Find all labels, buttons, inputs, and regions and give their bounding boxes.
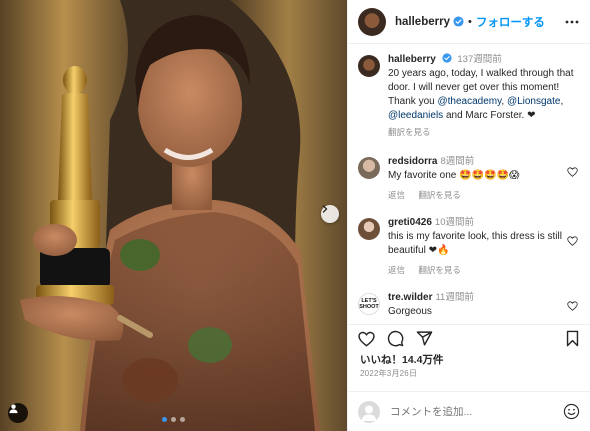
caption-text-part: , — [560, 96, 564, 107]
translate-link[interactable]: 翻訳を見る — [418, 190, 461, 200]
comment-icon[interactable] — [387, 330, 404, 347]
comment-input[interactable] — [390, 405, 530, 418]
post-date[interactable]: 2022年3月26日 — [360, 368, 417, 379]
header-separator: • — [467, 15, 472, 28]
comment-username[interactable]: tre.wilder — [388, 292, 432, 303]
carousel-dot — [171, 417, 176, 422]
comment-row: LET'S SHOOT tre.wilder 11週間前 Gorgeous — [348, 291, 590, 319]
mention-link[interactable]: @leedaniels — [388, 110, 443, 121]
comment-text: this is my favorite look, this dress is … — [388, 231, 562, 256]
caption-text: 20 years ago, today, I walked through th… — [388, 67, 580, 123]
commenter-avatar[interactable]: LET'S SHOOT — [358, 293, 380, 315]
reply-button[interactable]: 返信 — [388, 190, 405, 200]
comment-text: My favorite one 🤩🤩🤩🤩😱 — [388, 170, 520, 181]
post-actions-bar — [348, 324, 590, 352]
author-avatar[interactable] — [356, 5, 388, 38]
comment-like-heart-icon[interactable] — [567, 236, 578, 246]
add-comment-bar — [348, 391, 590, 431]
more-options-button[interactable] — [564, 14, 580, 30]
comment-row: greti0426 10週間前 this is my favorite look,… — [348, 216, 590, 277]
author-username[interactable]: halleberry — [395, 16, 450, 28]
more-options-icon — [565, 20, 579, 23]
caption-row: halleberry 137週間前 20 years ago, today, I… — [348, 53, 590, 139]
comment-time: 10週間前 — [434, 217, 474, 228]
follow-button[interactable]: フォローする — [476, 14, 545, 30]
post-photo[interactable] — [0, 0, 347, 431]
like-heart-icon[interactable] — [358, 331, 375, 347]
comment-meta: 返信 翻訳を見る — [388, 263, 580, 277]
comment-username[interactable]: redsidorra — [388, 156, 437, 167]
chevron-right-icon — [322, 205, 328, 213]
commenter-avatar[interactable] — [358, 157, 380, 179]
caption-time: 137週間前 — [457, 54, 502, 65]
next-photo-button[interactable] — [321, 205, 339, 223]
caption-meta: 翻訳を見る — [388, 125, 580, 139]
comment-time: 11週間前 — [435, 292, 474, 303]
comment-like-heart-icon[interactable] — [567, 167, 578, 177]
verified-badge-icon — [453, 16, 464, 27]
caption-body: halleberry 137週間前 20 years ago, today, I… — [388, 53, 580, 139]
comment-body: tre.wilder 11週間前 Gorgeous — [388, 291, 580, 319]
comment-username[interactable]: greti0426 — [388, 217, 432, 228]
post-header: halleberry • フォローする — [348, 0, 590, 44]
translate-link[interactable]: 翻訳を見る — [418, 265, 461, 275]
caption-author-avatar[interactable] — [358, 55, 380, 77]
photo-illustration — [0, 0, 347, 431]
tagged-users-button[interactable] — [8, 403, 28, 423]
comment-meta: 返信 翻訳を見る — [388, 188, 580, 202]
carousel-dot-active — [162, 417, 167, 422]
comment-body: redsidorra 8週間前 My favorite one 🤩🤩🤩🤩😱 返信 … — [388, 155, 580, 202]
translate-link[interactable]: 翻訳を見る — [388, 127, 431, 137]
comment-body: greti0426 10週間前 this is my favorite look,… — [388, 216, 580, 277]
post-side-panel: halleberry • フォローする halleberry 137週間前 20… — [347, 0, 590, 431]
caption-text-part: and Marc Forster. ❤ — [443, 110, 536, 121]
likes-count[interactable]: いいね！14.4万件 — [360, 352, 443, 367]
carousel-indicator — [162, 417, 185, 422]
mention-link[interactable]: @theacademy — [437, 96, 501, 107]
mention-link[interactable]: @Lionsgate — [507, 96, 561, 107]
carousel-dot — [180, 417, 185, 422]
comments-list[interactable]: halleberry 137週間前 20 years ago, today, I… — [348, 45, 590, 320]
share-icon[interactable] — [416, 330, 433, 347]
comment-row: redsidorra 8週間前 My favorite one 🤩🤩🤩🤩😱 返信 … — [348, 155, 590, 202]
user-tag-icon — [9, 404, 18, 414]
save-bookmark-icon[interactable] — [565, 330, 580, 347]
comment-time: 8週間前 — [440, 156, 475, 167]
default-user-icon — [361, 405, 377, 421]
caption-username[interactable]: halleberry — [388, 54, 436, 65]
comment-like-heart-icon[interactable] — [567, 301, 578, 311]
current-user-avatar — [358, 400, 380, 423]
verified-badge-icon — [442, 53, 452, 63]
reply-button[interactable]: 返信 — [388, 265, 405, 275]
comment-text: Gorgeous — [388, 306, 432, 317]
emoji-icon[interactable] — [563, 403, 580, 420]
commenter-avatar[interactable] — [358, 218, 380, 240]
